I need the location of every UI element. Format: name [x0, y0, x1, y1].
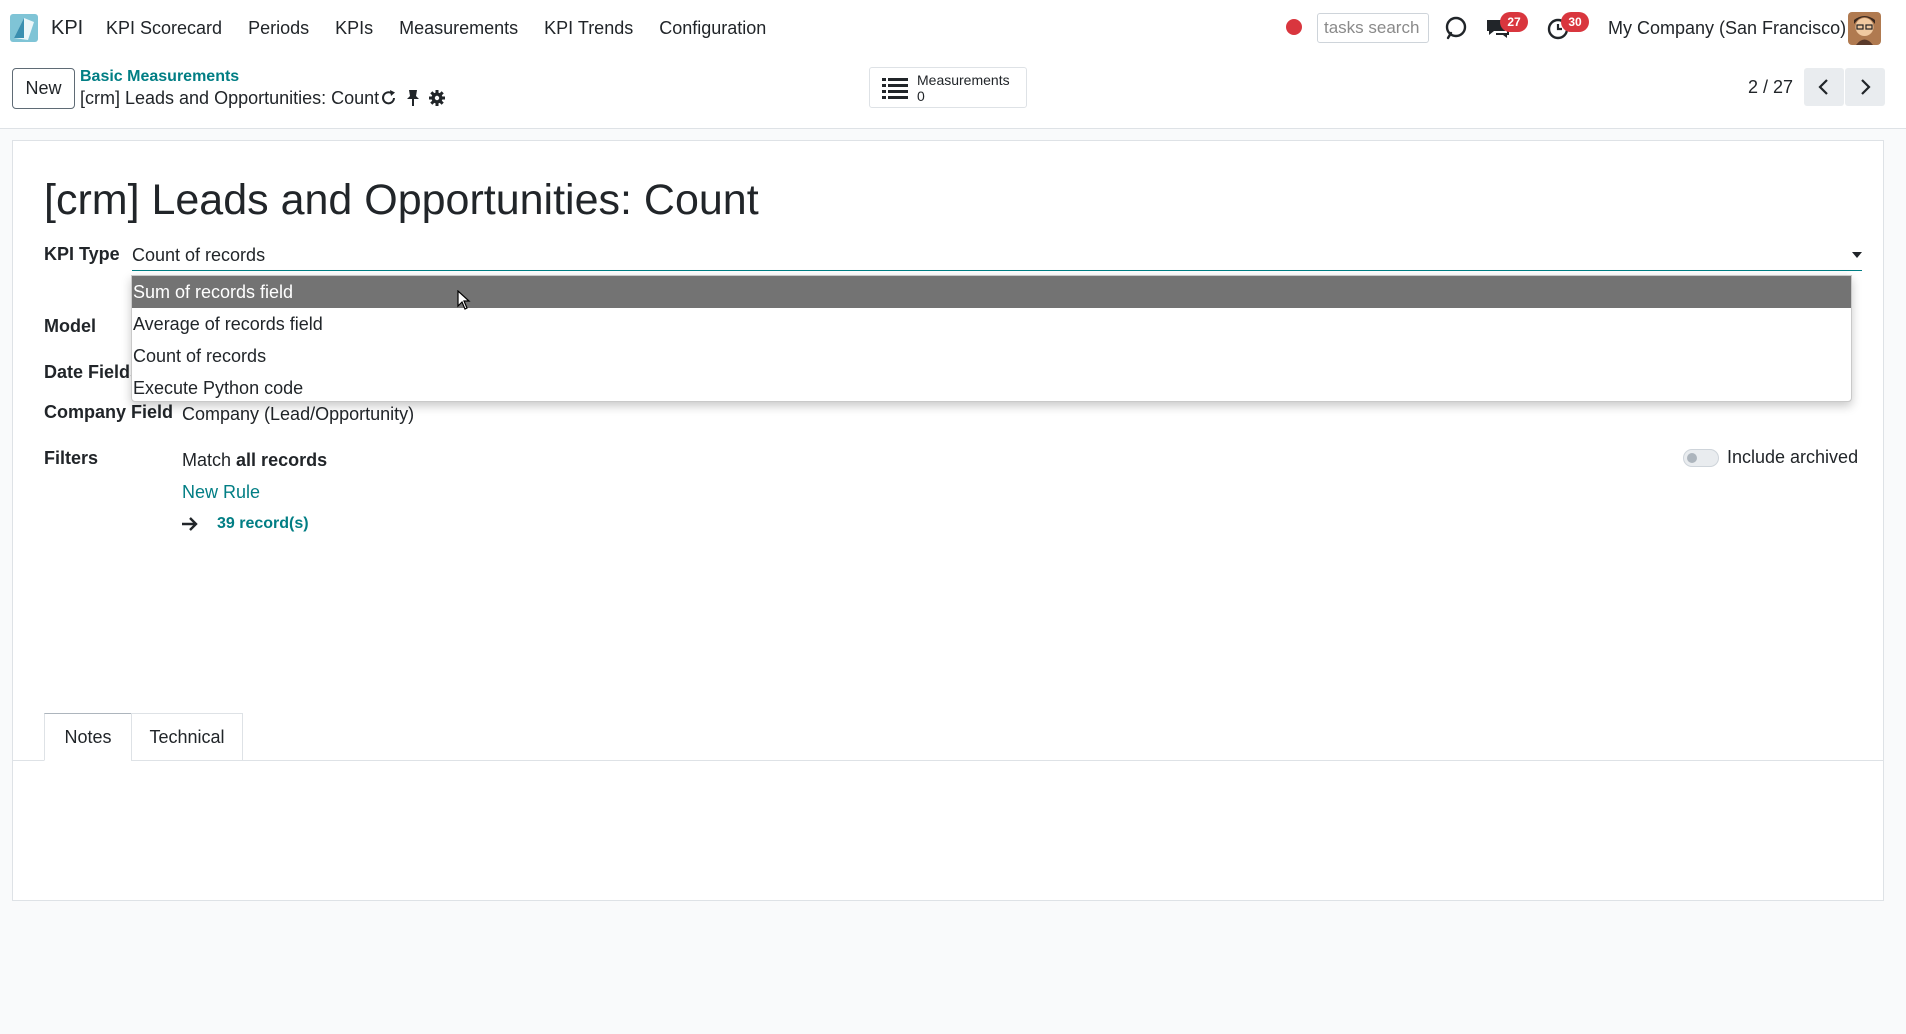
- pin-icon[interactable]: [406, 89, 420, 107]
- arrow-right-icon: [182, 517, 198, 531]
- tasks-search-input[interactable]: [1317, 13, 1429, 43]
- activities-badge: 30: [1561, 12, 1589, 32]
- user-avatar[interactable]: [1848, 12, 1881, 45]
- top-navbar: KPI KPI Scorecard Periods KPIs Measureme…: [0, 0, 1906, 57]
- new-button[interactable]: New: [12, 68, 75, 109]
- gear-icon[interactable]: [428, 89, 446, 107]
- records-count-link[interactable]: 39 record(s): [217, 515, 309, 533]
- menu-measurements[interactable]: Measurements: [399, 18, 518, 39]
- discuss-icon[interactable]: [1442, 14, 1470, 42]
- match-prefix: Match: [182, 450, 232, 470]
- mouse-cursor-icon: [457, 290, 471, 310]
- pager-value[interactable]: 2 / 27: [1748, 77, 1793, 98]
- tab-notes[interactable]: Notes: [44, 713, 132, 761]
- kpi-type-select[interactable]: Count of records: [132, 243, 1862, 271]
- measurements-smart-button[interactable]: Measurements 0: [869, 67, 1027, 108]
- smart-button-label: Measurements: [917, 72, 1010, 88]
- app-name[interactable]: KPI: [51, 17, 83, 40]
- record-title[interactable]: [crm] Leads and Opportunities: Count: [44, 176, 759, 225]
- company-field-value[interactable]: Company (Lead/Opportunity): [182, 404, 414, 425]
- model-label: Model: [44, 316, 96, 336]
- control-panel: New Basic Measurements [crm] Leads and O…: [0, 57, 1906, 129]
- option-sum-of-records-field[interactable]: Sum of records field: [132, 276, 1851, 308]
- list-icon: [882, 78, 908, 99]
- kpi-type-label: KPI Type: [44, 244, 120, 264]
- match-all-records-bold: all records: [236, 450, 328, 470]
- menu-configuration[interactable]: Configuration: [659, 18, 766, 39]
- menu-periods[interactable]: Periods: [248, 18, 309, 39]
- breadcrumb-basic-measurements[interactable]: Basic Measurements: [80, 68, 239, 86]
- refresh-icon[interactable]: [380, 89, 398, 107]
- match-all-records: Match all records: [182, 450, 327, 471]
- option-count-of-records[interactable]: Count of records: [132, 340, 1851, 372]
- pager-next-button[interactable]: [1845, 68, 1885, 106]
- messages-badge: 27: [1500, 12, 1528, 32]
- smart-button-value: 0: [917, 88, 925, 104]
- include-archived-label[interactable]: Include archived: [1727, 447, 1858, 468]
- include-archived-toggle[interactable]: [1683, 449, 1719, 467]
- chevron-right-icon: [1861, 79, 1871, 95]
- kpi-type-value: Count of records: [132, 245, 266, 265]
- menu-kpis[interactable]: KPIs: [335, 18, 373, 39]
- menu-kpi-scorecard[interactable]: KPI Scorecard: [106, 18, 222, 39]
- recording-dot-icon[interactable]: [1286, 19, 1302, 35]
- kpi-app-logo-icon[interactable]: [8, 12, 40, 44]
- caret-down-icon: [1852, 252, 1862, 258]
- pager-previous-button[interactable]: [1804, 68, 1844, 106]
- option-average-of-records-field[interactable]: Average of records field: [132, 308, 1851, 340]
- toggle-knob: [1687, 453, 1697, 463]
- company-switcher[interactable]: My Company (San Francisco): [1608, 18, 1846, 39]
- records-count-row: 39 record(s): [181, 515, 309, 533]
- form-sheet: [crm] Leads and Opportunities: Count KPI…: [12, 140, 1884, 901]
- date-fields-label: Date Fields: [44, 362, 141, 382]
- chevron-left-icon: [1818, 79, 1828, 95]
- tab-technical[interactable]: Technical: [131, 713, 243, 761]
- filters-label: Filters: [44, 448, 99, 468]
- record-actions: [380, 89, 446, 107]
- notebook-tabs: Notes Technical: [13, 713, 1883, 761]
- option-execute-python-code[interactable]: Execute Python code: [132, 372, 1851, 404]
- company-field-label: Company Field: [44, 402, 174, 422]
- kpi-type-dropdown: Sum of records field Average of records …: [131, 275, 1852, 402]
- main-menu: KPI Scorecard Periods KPIs Measurements …: [106, 0, 792, 57]
- menu-kpi-trends[interactable]: KPI Trends: [544, 18, 633, 39]
- breadcrumb-current-record: [crm] Leads and Opportunities: Count: [80, 88, 380, 108]
- new-rule-link[interactable]: New Rule: [182, 482, 260, 503]
